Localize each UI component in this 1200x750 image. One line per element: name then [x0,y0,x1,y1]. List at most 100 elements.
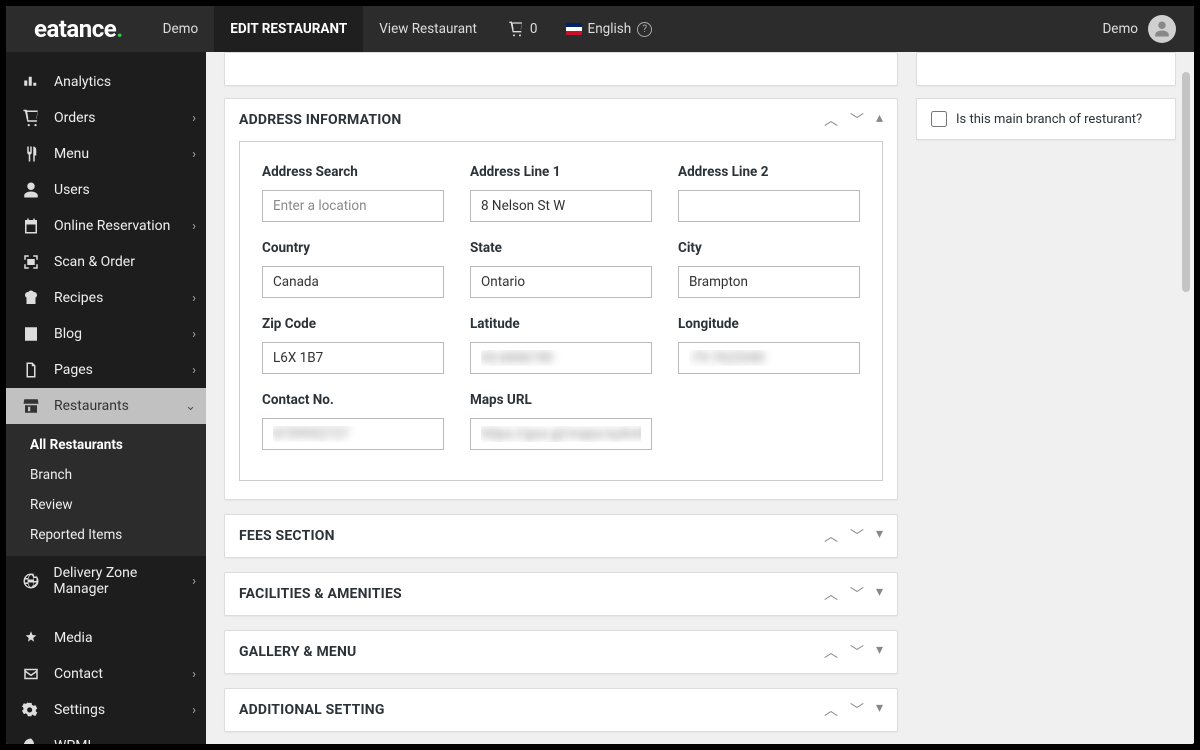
sidebar-subitem-all-restaurants[interactable]: All Restaurants [6,430,206,460]
panel-title: FEES SECTION [239,528,335,544]
sidebar-item-label: Settings [54,702,105,718]
caret-down-icon[interactable]: ▾ [876,584,883,604]
panel-header[interactable]: ADDRESS INFORMATION ︿ ﹀ ▴ [225,99,897,141]
caret-down-icon[interactable]: ▾ [876,642,883,662]
wpml-icon [20,737,42,744]
sidebar-item-scan-order[interactable]: Scan & Order [6,244,206,280]
cart-icon [507,21,530,37]
contact-no-input[interactable] [262,418,444,450]
chevron-up-icon[interactable]: ︿ [824,584,838,604]
nav-edit-restaurant[interactable]: EDIT RESTAURANT [214,6,363,52]
address-search-input[interactable] [262,190,444,222]
address-line1-input[interactable] [470,190,652,222]
topbar: eatance. Demo EDIT RESTAURANT View Resta… [6,6,1194,52]
collapsed-side-strip [916,52,1176,86]
chevron-down-icon[interactable]: ﹀ [850,584,864,604]
label-address-search: Address Search [262,164,444,180]
nav-language[interactable]: English ? [552,6,667,52]
sidebar-item-delivery-zone-manager[interactable]: Delivery Zone Manager› [6,556,206,606]
sidebar-item-pages[interactable]: Pages› [6,352,206,388]
main-branch-checkbox-row[interactable]: Is this main branch of resturant? [931,111,1161,127]
maps-url-input[interactable] [470,418,652,450]
chevron-right-icon: › [192,327,196,342]
label-address-line2: Address Line 2 [678,164,860,180]
avatar [1148,15,1176,43]
chevron-right-icon: › [192,111,196,126]
chevron-down-icon[interactable]: ﹀ [850,110,864,130]
sidebar-item-orders[interactable]: Orders› [6,100,206,136]
latitude-input[interactable] [470,342,652,374]
panel-header[interactable]: ADDITIONAL SETTING ︿ ﹀ ▾ [225,689,897,731]
sidebar-item-label: Contact [54,666,103,682]
sidebar-item-label: WPML [54,738,95,744]
state-input[interactable] [470,266,652,298]
chevron-down-icon[interactable]: ﹀ [850,700,864,720]
caret-down-icon[interactable]: ▾ [876,700,883,720]
user-icon [20,181,42,199]
scrollbar[interactable] [1182,72,1190,724]
sidebar-item-label: Scan & Order [54,254,135,270]
nav-view-restaurant[interactable]: View Restaurant [363,6,493,52]
sidebar-item-label: Recipes [54,290,103,306]
sidebar-item-restaurants[interactable]: Restaurants⌄ [6,388,206,424]
city-input[interactable] [678,266,860,298]
address-line2-input[interactable] [678,190,860,222]
sidebar-item-label: Users [54,182,90,198]
pages-icon [20,361,42,379]
panel-gallery-menu: GALLERY & MENU ︿ ﹀ ▾ [224,630,898,674]
chevron-down-icon[interactable]: ﹀ [850,642,864,662]
sidebar-item-label: Online Reservation [54,218,170,234]
sidebar-item-recipes[interactable]: Recipes › [6,280,206,316]
sidebar-item-wpml[interactable]: WPML› [6,728,206,744]
panel-fees-section: FEES SECTION ︿ ﹀ ▾ [224,514,898,558]
sidebar-item-analytics[interactable]: Analytics [6,64,206,100]
label-country: Country [262,240,444,256]
sidebar-item-blog[interactable]: Blog› [6,316,206,352]
chevron-up-icon[interactable]: ︿ [824,110,838,130]
calendar-icon [20,217,42,235]
panel-address-information: ADDRESS INFORMATION ︿ ﹀ ▴ [224,98,898,500]
nav-demo[interactable]: Demo [147,6,215,52]
sidebar-item-online-reservation[interactable]: Online Reservation› [6,208,206,244]
caret-up-icon[interactable]: ▴ [876,110,883,130]
media-icon [20,629,42,647]
longitude-input[interactable] [678,342,860,374]
sidebar-subitem-reported-items[interactable]: Reported Items [6,520,206,550]
chevron-right-icon: › [192,574,196,589]
panel-header[interactable]: FEES SECTION ︿ ﹀ ▾ [225,515,897,557]
panel-title: GALLERY & MENU [239,644,357,660]
user-name: Demo [1102,21,1138,37]
sidebar-item-media[interactable]: Media [6,620,206,656]
menu-icon [20,145,42,163]
caret-down-icon[interactable]: ▾ [876,526,883,546]
chevron-down-icon[interactable]: ﹀ [850,526,864,546]
nav-cart[interactable]: 0 [493,6,552,52]
chevron-down-icon: ⌄ [185,399,196,414]
chevron-right-icon: › [192,363,196,378]
panel-header[interactable]: FACILITIES & AMENITIES ︿﹀▾ [225,573,897,615]
user-area[interactable]: Demo [1102,15,1194,43]
topnav: Demo EDIT RESTAURANT View Restaurant 0 E… [147,6,667,52]
brand-logo: eatance. [6,15,147,43]
chevron-right-icon: › [192,147,196,162]
chevron-up-icon[interactable]: ︿ [824,642,838,662]
content-area: ADDRESS INFORMATION ︿ ﹀ ▴ [206,52,1194,744]
panel-title: ADDITIONAL SETTING [239,702,385,718]
panel-main-branch: Is this main branch of resturant? [916,98,1176,140]
chevron-up-icon[interactable]: ︿ [824,526,838,546]
sidebar-item-contact[interactable]: Contact› [6,656,206,692]
sidebar-item-menu[interactable]: Menu› [6,136,206,172]
flag-icon [566,23,582,35]
sidebar-subitem-review[interactable]: Review [6,490,206,520]
mail-icon [20,665,42,683]
country-input[interactable] [262,266,444,298]
settings-icon [20,701,42,719]
panel-header[interactable]: GALLERY & MENU ︿ ﹀ ▾ [225,631,897,673]
sidebar-item-users[interactable]: Users [6,172,206,208]
sidebar-item-settings[interactable]: Settings› [6,692,206,728]
chevron-up-icon[interactable]: ︿ [824,700,838,720]
zip-input[interactable] [262,342,444,374]
main-branch-checkbox[interactable] [931,111,947,127]
sidebar-subitem-branch[interactable]: Branch [6,460,206,490]
chevron-right-icon: › [192,291,196,306]
